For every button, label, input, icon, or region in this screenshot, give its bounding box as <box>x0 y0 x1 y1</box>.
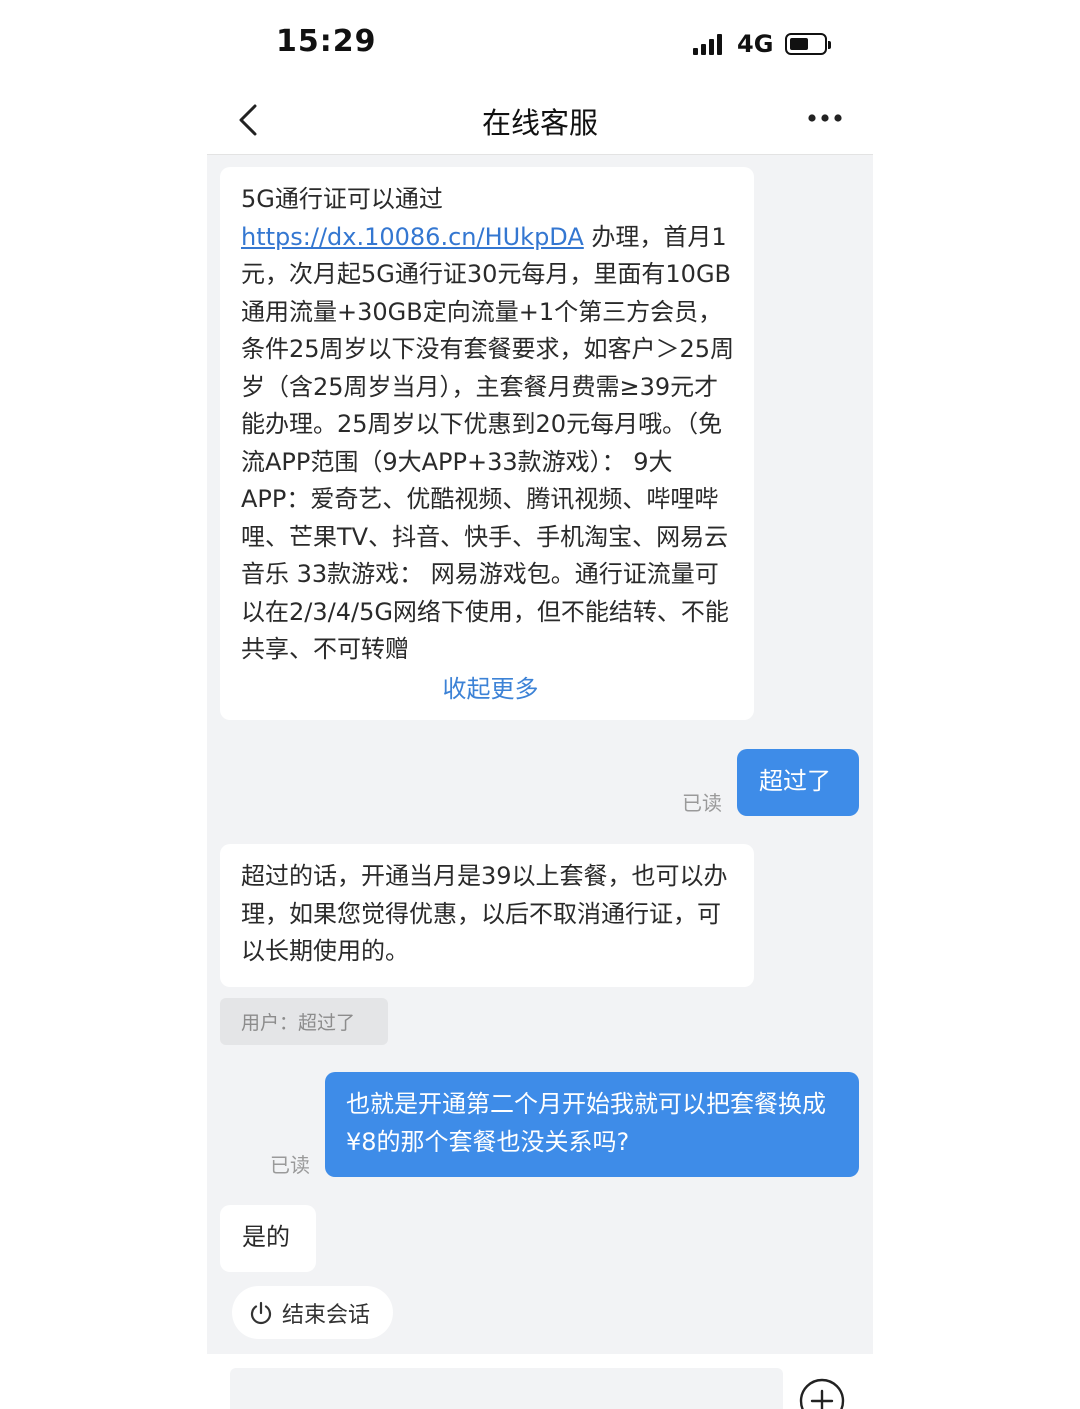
collapse-more-button[interactable]: 收起更多 <box>241 671 740 709</box>
chat-area[interactable]: 5G通行证可以通过 https://dx.10086.cn/HUkpDA 办理，… <box>207 155 873 1354</box>
page-title: 在线客服 <box>481 106 598 140</box>
end-session-button[interactable]: 结束会话 <box>232 1286 393 1339</box>
agent-message: 超过的话，开通当月是39以上套餐，也可以办理，如果您觉得优惠，以后不取消通行证，… <box>220 844 754 987</box>
user-message: 也就是开通第二个月开始我就可以把套餐换成¥8的那个套餐也没关系吗? <box>325 1072 859 1177</box>
nav-bar: 在线客服 <box>207 88 873 155</box>
end-session-label: 结束会话 <box>282 1302 371 1328</box>
status-bar: 15:29 4G <box>0 0 1080 88</box>
signal-icon <box>693 33 725 55</box>
user-message: 超过了 <box>737 749 859 816</box>
message-text: 超过的话，开通当月是39以上套餐，也可以办理，如果您觉得优惠，以后不取消通行证，… <box>241 862 728 965</box>
message-text: 也就是开通第二个月开始我就可以把套餐换成¥8的那个套餐也没关系吗? <box>346 1090 826 1156</box>
message-text: 是的 <box>242 1223 290 1251</box>
message-text: 5G通行证可以通过 <box>241 185 443 213</box>
read-status: 已读 <box>682 791 722 815</box>
agent-message: 5G通行证可以通过 https://dx.10086.cn/HUkpDA 办理，… <box>220 167 754 720</box>
message-text: 办理，首月1元，次月起5G通行证30元每月，里面有10GB通用流量+30GB定向… <box>241 222 735 664</box>
quoted-reply: 用户：超过了 <box>220 998 388 1045</box>
more-dots-icon[interactable] <box>807 112 843 124</box>
network-type: 4G <box>737 30 774 58</box>
status-icons: 4G <box>693 30 832 58</box>
power-icon <box>250 1301 272 1324</box>
battery-icon <box>785 33 832 55</box>
message-input[interactable] <box>230 1368 783 1409</box>
status-time: 15:29 <box>276 24 377 59</box>
input-bar <box>207 1354 873 1409</box>
plan-link[interactable]: https://dx.10086.cn/HUkpDA <box>241 223 584 251</box>
message-text: 超过了 <box>759 767 831 795</box>
agent-message: 是的 <box>220 1205 316 1272</box>
plus-circle-icon[interactable] <box>799 1378 845 1409</box>
read-status: 已读 <box>270 1153 310 1177</box>
